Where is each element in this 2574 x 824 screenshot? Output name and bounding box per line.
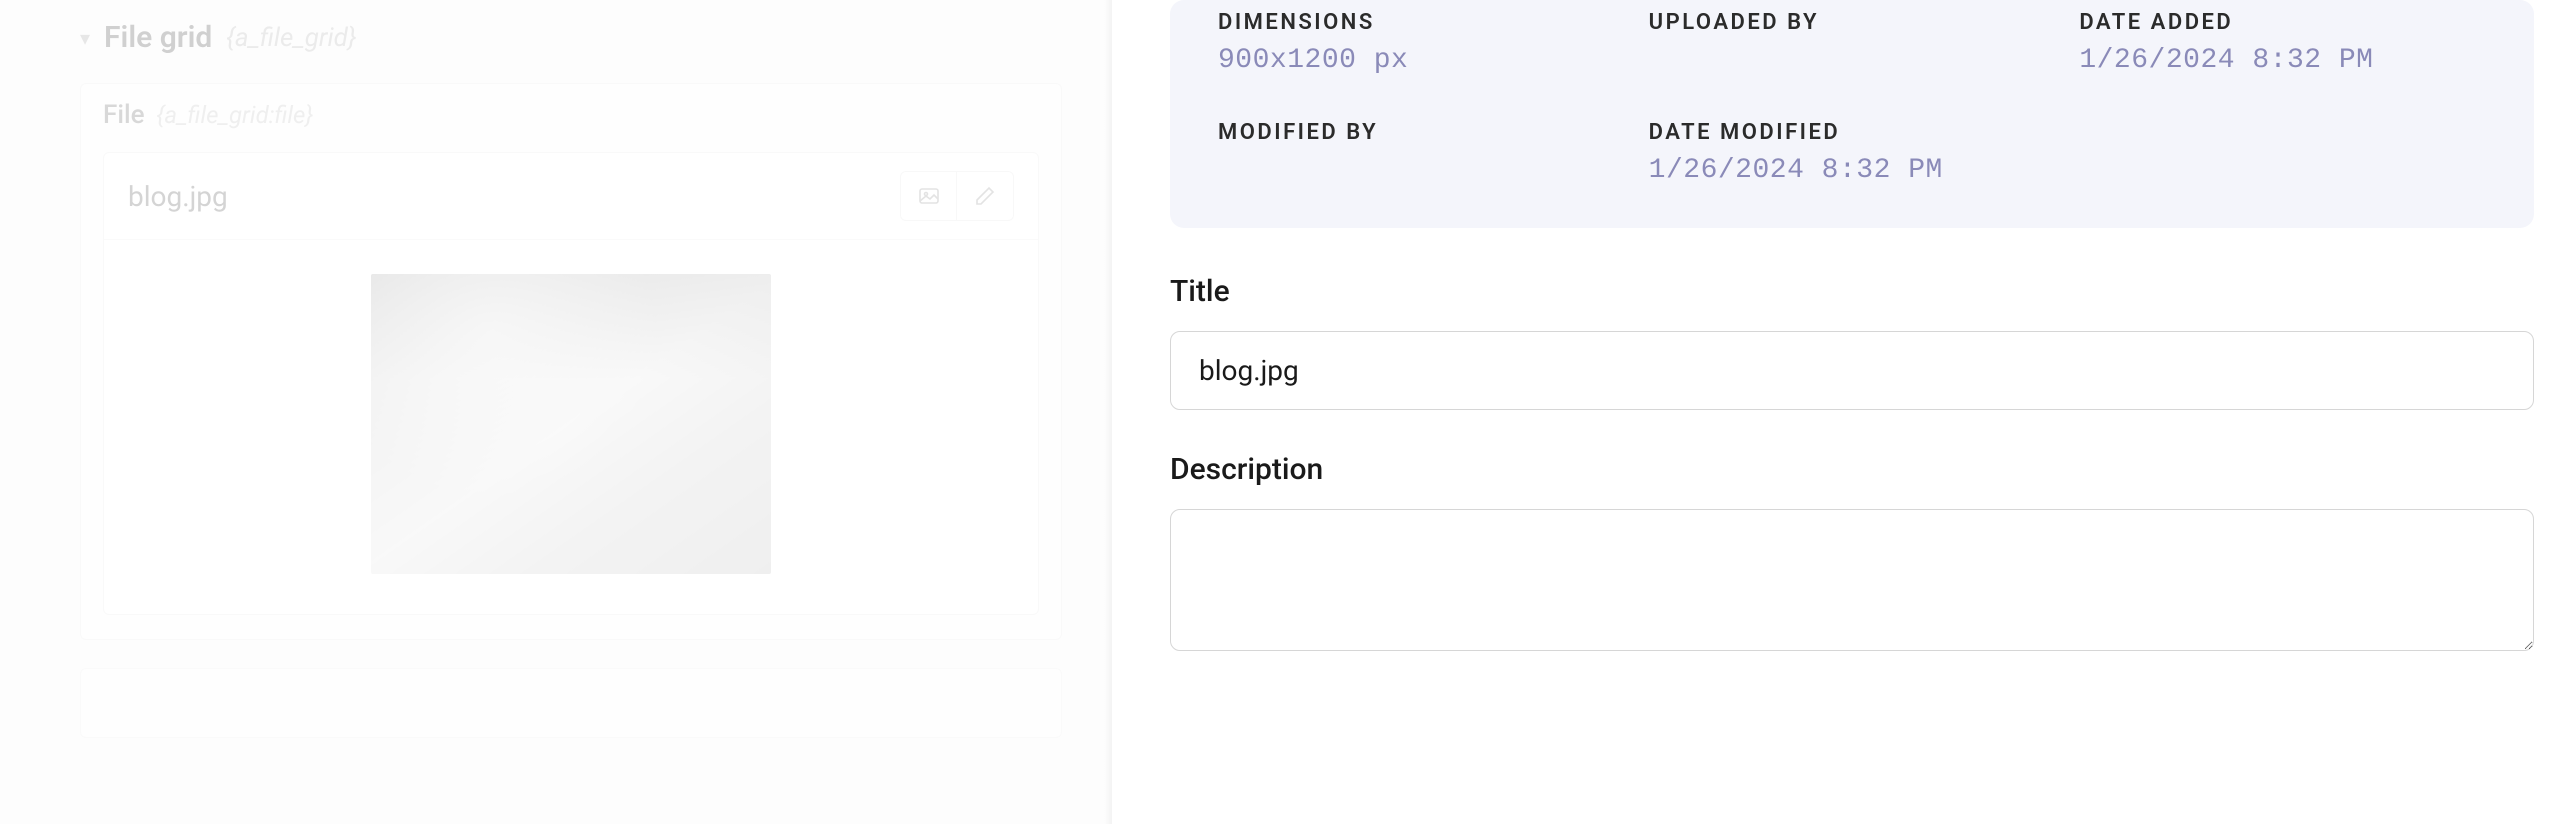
file-thumbnail bbox=[371, 274, 771, 574]
meta-modified-by-label: MODIFIED BY bbox=[1218, 120, 1625, 145]
title-field-group: Title bbox=[1170, 274, 2534, 410]
title-label: Title bbox=[1170, 274, 2534, 309]
description-field-group: Description bbox=[1170, 452, 2534, 655]
file-grid-slug: {a_file_grid} bbox=[226, 23, 356, 53]
file-grid-header: ▾ File grid {a_file_grid} bbox=[80, 20, 1062, 55]
meta-date-modified: DATE MODIFIED 1/26/2024 8:32 PM bbox=[1649, 120, 2056, 186]
meta-date-added-label: DATE ADDED bbox=[2079, 10, 2486, 35]
file-card-actions bbox=[900, 171, 1014, 221]
empty-card-placeholder bbox=[80, 668, 1062, 738]
chevron-down-icon: ▾ bbox=[80, 26, 90, 50]
file-card-filename: blog.jpg bbox=[128, 180, 228, 213]
meta-dimensions: DIMENSIONS 900x1200 px bbox=[1218, 10, 1625, 76]
view-file-button[interactable] bbox=[901, 172, 957, 220]
file-field-section: File {a_file_grid:file} blog.jpg bbox=[80, 83, 1062, 640]
description-label: Description bbox=[1170, 452, 2534, 487]
meta-dimensions-value: 900x1200 px bbox=[1218, 45, 1625, 76]
meta-date-modified-label: DATE MODIFIED bbox=[1649, 120, 2056, 145]
pencil-icon bbox=[973, 184, 997, 208]
file-metadata-card: DIMENSIONS 900x1200 px UPLOADED BY DATE … bbox=[1170, 0, 2534, 228]
title-input[interactable] bbox=[1170, 331, 2534, 410]
meta-uploaded-by: UPLOADED BY bbox=[1649, 10, 2056, 76]
meta-uploaded-by-label: UPLOADED BY bbox=[1649, 10, 2056, 35]
meta-dimensions-label: DIMENSIONS bbox=[1218, 10, 1625, 35]
file-details-panel: DIMENSIONS 900x1200 px UPLOADED BY DATE … bbox=[1112, 0, 2574, 824]
image-icon bbox=[917, 184, 941, 208]
meta-date-added-value: 1/26/2024 8:32 PM bbox=[2079, 45, 2486, 76]
meta-date-added: DATE ADDED 1/26/2024 8:32 PM bbox=[2079, 10, 2486, 76]
edit-file-button[interactable] bbox=[957, 172, 1013, 220]
file-preview bbox=[104, 240, 1038, 614]
meta-modified-by: MODIFIED BY bbox=[1218, 120, 1625, 186]
file-field-label: File bbox=[103, 100, 145, 130]
file-grid-title: File grid bbox=[104, 20, 212, 55]
file-field-slug: {a_file_grid:file} bbox=[157, 101, 314, 129]
description-textarea[interactable] bbox=[1170, 509, 2534, 651]
meta-date-modified-value: 1/26/2024 8:32 PM bbox=[1649, 155, 2056, 186]
file-card: blog.jpg bbox=[103, 152, 1039, 615]
background-file-grid-panel: ▾ File grid {a_file_grid} File {a_file_g… bbox=[0, 0, 1112, 824]
